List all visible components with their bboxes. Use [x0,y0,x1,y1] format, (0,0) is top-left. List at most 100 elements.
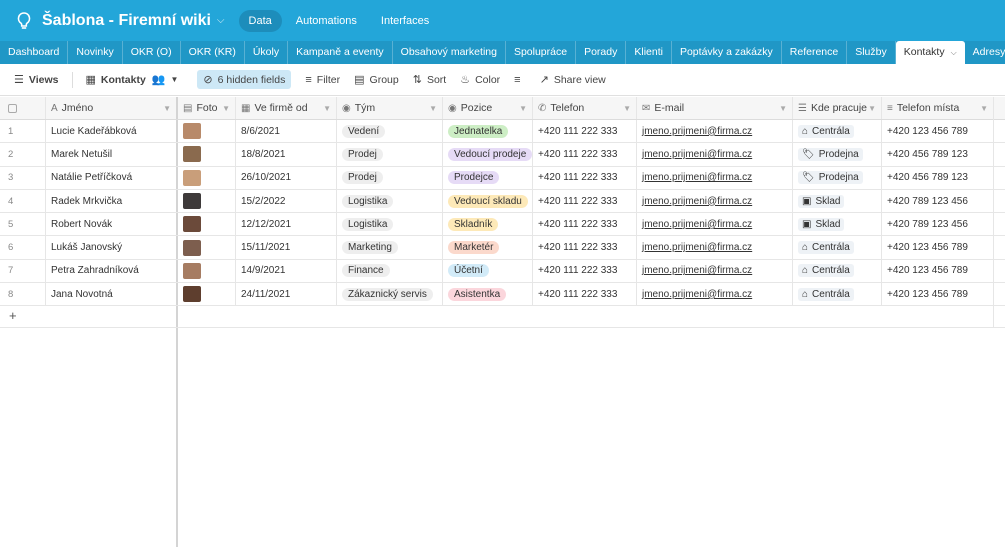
phone-cell[interactable]: +420 111 222 333 [533,120,637,143]
name-cell[interactable]: Natálie Petříčková [46,166,178,189]
tab-12[interactable]: Služby [847,41,896,64]
position-cell[interactable]: Asistentka [443,283,533,306]
name-cell[interactable]: Lucie Kadeřábková [46,120,178,143]
avatar[interactable] [183,216,201,233]
chevron-down-icon[interactable]: ▼ [323,104,331,113]
column-header-team[interactable]: ◉ Tým ▼ [337,97,443,119]
color-button[interactable]: ♨ Color [460,73,500,87]
sort-button[interactable]: ⇅ Sort [413,73,446,87]
row-number[interactable]: 5 [0,213,46,236]
since-cell[interactable]: 14/9/2021 [236,259,337,283]
workplace-cell[interactable]: ⌂ Centrála [793,259,882,283]
tab-10[interactable]: Poptávky a zakázky [672,41,782,64]
share-view-button[interactable]: ↗ Share view [540,73,606,87]
team-cell[interactable]: Finance [337,259,443,283]
team-cell[interactable]: Prodej [337,143,443,166]
avatar[interactable] [183,239,201,256]
tab-8[interactable]: Porady [576,41,627,64]
nav-interfaces[interactable]: Interfaces [371,10,439,32]
position-cell[interactable]: Skladník [443,213,533,236]
email-cell[interactable]: jmeno.prijmeni@firma.cz [637,259,793,283]
workplace-link[interactable]: 🏷 Prodejna [798,147,863,161]
avatar[interactable] [183,193,201,210]
workplace-cell[interactable]: ▣ Sklad [793,189,882,213]
name-cell[interactable]: Jana Novotná [46,283,178,306]
workplace-cell[interactable]: ⌂ Centrála [793,283,882,306]
row-number[interactable]: 8 [0,283,46,306]
tab-2[interactable]: OKR (O) [123,41,181,64]
chevron-down-icon[interactable]: ▼ [163,104,171,113]
name-cell[interactable]: Marek Netušil [46,143,178,166]
chevron-down-icon[interactable]: ⌵ [951,48,957,57]
workplace-cell[interactable]: ⌂ Centrála [793,236,882,259]
email-cell[interactable]: jmeno.prijmeni@firma.cz [637,143,793,166]
nav-data[interactable]: Data [238,9,282,32]
photo-cell[interactable] [178,166,236,189]
row-number[interactable]: 2 [0,143,46,166]
photo-cell[interactable] [178,189,236,213]
chevron-down-icon[interactable]: ⌵ [217,15,225,26]
phone-cell[interactable]: +420 111 222 333 [533,283,637,306]
row-number[interactable]: 1 [0,120,46,143]
group-button[interactable]: ▤ Group [354,73,399,87]
place-phone-cell[interactable]: +420 456 789 123 [882,166,994,189]
table-row[interactable]: 2 Marek Netušil 18/8/2021 Prodej Vedoucí pro… [0,143,1005,167]
position-cell[interactable]: Vedoucí skladu [443,189,533,213]
table-row[interactable]: 6 Lukáš Janovský 15/11/2021 Marketing Market… [0,236,1005,260]
email-link[interactable]: jmeno.prijmeni@firma.cz [642,219,752,230]
team-cell[interactable]: Zákaznický servis [337,283,443,306]
email-cell[interactable]: jmeno.prijmeni@firma.cz [637,236,793,259]
nav-automations[interactable]: Automations [286,10,367,32]
email-link[interactable]: jmeno.prijmeni@firma.cz [642,242,752,253]
row-number[interactable]: 3 [0,166,46,189]
phone-cell[interactable]: +420 111 222 333 [533,166,637,189]
position-cell[interactable]: Jednatelka [443,120,533,143]
workplace-cell[interactable]: 🏷 Prodejna [793,143,882,166]
column-header-email[interactable]: ✉ E-mail ▼ [637,97,793,119]
tab-9[interactable]: Klienti [626,41,672,64]
email-link[interactable]: jmeno.prijmeni@firma.cz [642,196,752,207]
chevron-down-icon[interactable]: ▼ [868,104,876,113]
row-number[interactable]: 4 [0,189,46,213]
column-header-since[interactable]: ▦ Ve firmě od ▼ [236,97,337,119]
table-row[interactable]: 3 Natálie Petříčková 26/10/2021 Prodej Prode… [0,166,1005,190]
photo-cell[interactable] [178,283,236,306]
email-cell[interactable]: jmeno.prijmeni@firma.cz [637,213,793,236]
tab-0[interactable]: Dashboard [0,41,69,64]
phone-cell[interactable]: +420 111 222 333 [533,189,637,213]
position-cell[interactable]: Marketér [443,236,533,259]
name-cell[interactable]: Petra Zahradníková [46,259,178,283]
since-cell[interactable]: 18/8/2021 [236,143,337,166]
email-cell[interactable]: jmeno.prijmeni@firma.cz [637,120,793,143]
photo-cell[interactable] [178,236,236,259]
avatar[interactable] [183,123,201,140]
tab-7[interactable]: Spolupráce [506,41,577,64]
since-cell[interactable]: 24/11/2021 [236,283,337,306]
place-phone-cell[interactable]: +420 456 789 123 [882,143,994,166]
tab-14[interactable]: Adresy [965,41,1005,64]
column-header-name[interactable]: A Jméno ▼ [46,97,178,119]
select-all-checkbox[interactable] [0,97,46,119]
email-link[interactable]: jmeno.prijmeni@firma.cz [642,265,752,276]
photo-cell[interactable] [178,259,236,283]
workplace-link[interactable]: ⌂ Centrála [798,124,854,138]
name-cell[interactable]: Robert Novák [46,213,178,236]
email-cell[interactable]: jmeno.prijmeni@firma.cz [637,283,793,306]
team-cell[interactable]: Logistika [337,189,443,213]
photo-cell[interactable] [178,213,236,236]
place-phone-cell[interactable]: +420 789 123 456 [882,189,994,213]
column-header-photo[interactable]: ▤ Foto ▼ [178,97,236,119]
tab-11[interactable]: Reference [782,41,848,64]
chevron-down-icon[interactable]: ▼ [519,104,527,113]
base-title[interactable]: Šablona - Firemní wiki [42,12,211,30]
chevron-down-icon[interactable]: ▼ [623,104,631,113]
column-header-phone[interactable]: ✆ Telefon ▼ [533,97,637,119]
avatar[interactable] [183,286,201,303]
phone-cell[interactable]: +420 111 222 333 [533,213,637,236]
tab-3[interactable]: OKR (KR) [181,41,245,64]
tab-13[interactable]: Kontakty ⌵ [895,41,965,64]
place-phone-cell[interactable]: +420 789 123 456 [882,213,994,236]
column-header-position[interactable]: ◉ Pozice ▼ [443,97,533,119]
team-cell[interactable]: Marketing [337,236,443,259]
workplace-link[interactable]: 🏷 Prodejna [798,171,863,185]
